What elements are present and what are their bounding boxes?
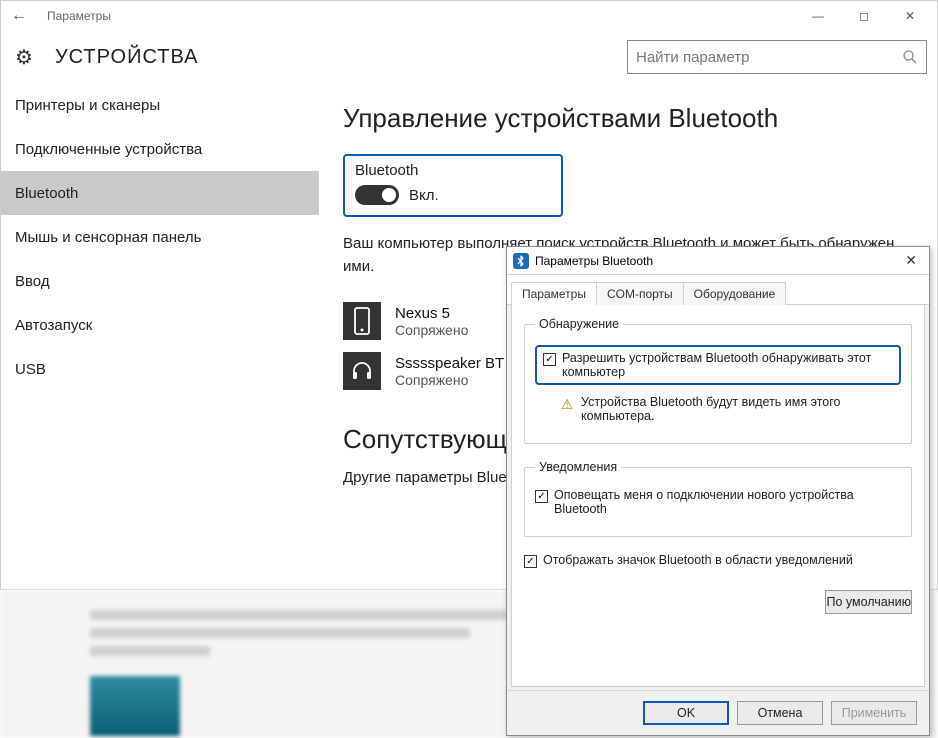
- notifications-group: Уведомления Оповещать меня о подключении…: [524, 460, 912, 537]
- discovery-warning-text: Устройства Bluetooth будут видеть имя эт…: [581, 395, 901, 423]
- toggle-state: Вкл.: [409, 187, 439, 204]
- tray-row: Отображать значок Bluetooth в области ув…: [524, 553, 912, 568]
- search-placeholder: Найти параметр: [636, 49, 750, 66]
- cancel-button[interactable]: Отмена: [737, 701, 823, 725]
- tabstrip: Параметры COM-порты Оборудование: [507, 275, 929, 305]
- sidebar-item-input[interactable]: Ввод: [1, 259, 319, 303]
- window-title: Параметры: [33, 9, 111, 23]
- device-status: Сопряжено: [395, 322, 468, 338]
- titlebar: ← Параметры — ◻ ✕: [1, 1, 937, 31]
- notifications-legend: Уведомления: [535, 460, 621, 474]
- dialog-titlebar: Параметры Bluetooth ✕: [507, 247, 929, 275]
- apply-button[interactable]: Применить: [831, 701, 917, 725]
- bluetooth-toggle[interactable]: Вкл.: [355, 185, 551, 205]
- search-input[interactable]: Найти параметр: [627, 40, 927, 74]
- discovery-group: Обнаружение Разрешить устройствам Blueto…: [524, 317, 912, 444]
- header: ⚙ УСТРОЙСТВА Найти параметр: [1, 31, 937, 83]
- notify-label: Оповещать меня о подключении нового устр…: [554, 488, 901, 516]
- bluetooth-properties-dialog: Параметры Bluetooth ✕ Параметры COM-порт…: [506, 246, 930, 736]
- warning-icon: ⚠: [559, 396, 575, 412]
- allow-discovery-label: Разрешить устройствам Bluetooth обнаружи…: [562, 351, 893, 379]
- dialog-buttons: OK Отмена Применить: [507, 690, 929, 735]
- content-heading: Управление устройствами Bluetooth: [343, 103, 937, 134]
- headset-icon: [343, 352, 381, 390]
- close-button[interactable]: ✕: [887, 1, 933, 31]
- defaults-row: По умолчанию: [512, 582, 924, 614]
- tray-checkbox[interactable]: [524, 555, 537, 568]
- sidebar-item-bluetooth[interactable]: Bluetooth: [1, 171, 319, 215]
- discovery-legend: Обнаружение: [535, 317, 623, 331]
- dialog-title: Параметры Bluetooth: [535, 254, 653, 268]
- bluetooth-toggle-block: Bluetooth Вкл.: [343, 154, 563, 217]
- maximize-button[interactable]: ◻: [841, 1, 887, 31]
- device-name: Nexus 5: [395, 305, 468, 322]
- gear-icon: ⚙: [15, 45, 33, 70]
- sidebar: Принтеры и сканеры Подключенные устройст…: [1, 83, 319, 589]
- device-name: Ssssspeaker BT: [395, 355, 504, 372]
- tab-parameters[interactable]: Параметры: [511, 282, 597, 305]
- minimize-button[interactable]: —: [795, 1, 841, 31]
- search-icon: [902, 49, 918, 65]
- window-controls: — ◻ ✕: [795, 1, 933, 31]
- sidebar-item-mouse[interactable]: Мышь и сенсорная панель: [1, 215, 319, 259]
- tray-label: Отображать значок Bluetooth в области ув…: [543, 553, 853, 567]
- tab-panel: Обнаружение Разрешить устройствам Blueto…: [511, 305, 925, 687]
- bluetooth-icon: [513, 253, 529, 269]
- page-title: УСТРОЙСТВА: [55, 46, 199, 69]
- discovery-warning: ⚠ Устройства Bluetooth будут видеть имя …: [559, 395, 901, 423]
- notify-row: Оповещать меня о подключении нового устр…: [535, 488, 901, 516]
- sidebar-item-printers[interactable]: Принтеры и сканеры: [1, 83, 319, 127]
- back-button[interactable]: ←: [5, 7, 33, 25]
- allow-discovery-row: Разрешить устройствам Bluetooth обнаружи…: [535, 345, 901, 385]
- dialog-close-button[interactable]: ✕: [899, 252, 923, 269]
- tab-com-ports[interactable]: COM-порты: [596, 282, 684, 305]
- sidebar-item-autoplay[interactable]: Автозапуск: [1, 303, 319, 347]
- ok-button[interactable]: OK: [643, 701, 729, 725]
- allow-discovery-checkbox[interactable]: [543, 353, 556, 366]
- toggle-label: Bluetooth: [355, 162, 551, 179]
- toggle-switch-icon: [355, 185, 399, 205]
- phone-icon: [343, 302, 381, 340]
- defaults-button[interactable]: По умолчанию: [825, 590, 912, 614]
- notify-checkbox[interactable]: [535, 490, 548, 503]
- device-status: Сопряжено: [395, 372, 504, 388]
- tab-hardware[interactable]: Оборудование: [683, 282, 787, 305]
- sidebar-item-usb[interactable]: USB: [1, 347, 319, 391]
- sidebar-item-connected[interactable]: Подключенные устройства: [1, 127, 319, 171]
